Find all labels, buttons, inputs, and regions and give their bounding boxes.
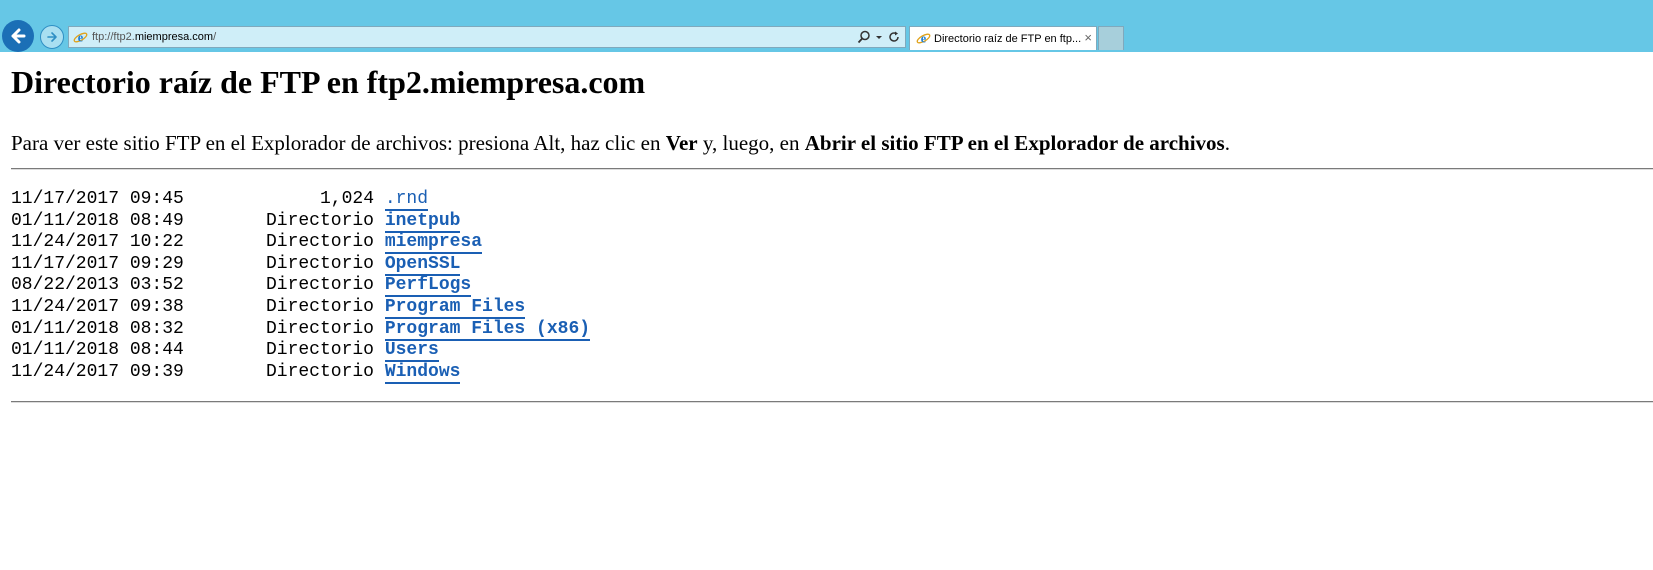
entry-type: Directorio <box>265 340 374 361</box>
entry-date: 11/17/2017 09:29 <box>11 253 184 274</box>
listing-row: 08/22/2013 03:52 Directorio PerfLogs <box>11 275 590 298</box>
entry-type: Directorio <box>265 318 374 339</box>
entry-date: 01/11/2018 08:49 <box>11 210 184 231</box>
entry-date: 11/17/2017 09:45 <box>11 189 184 209</box>
listing-row: 11/24/2017 10:22 Directorio miempresa <box>11 232 590 255</box>
folder-link[interactable]: PerfLogs <box>384 275 472 298</box>
close-tab-icon[interactable]: × <box>1084 30 1092 46</box>
address-scheme: ftp:// <box>92 31 114 43</box>
instruction-text: Para ver este sitio FTP en el Explorador… <box>11 130 1230 156</box>
ie-logo-icon: e <box>73 30 88 44</box>
tab-ftp-root[interactable]: e Directorio raíz de FTP en ftp... × <box>909 26 1097 50</box>
folder-link[interactable]: Users <box>384 340 439 363</box>
tab-title: Directorio raíz de FTP en ftp... <box>934 33 1082 45</box>
divider-top <box>11 168 1653 170</box>
address-bar[interactable]: e ftp://ftp2.miempresa.com/ <box>68 26 906 48</box>
listing-row: 11/17/2017 09:29 Directorio OpenSSL <box>11 253 590 276</box>
svg-text:e: e <box>921 31 927 45</box>
dropdown-arrow-icon[interactable] <box>875 30 883 44</box>
entry-date: 11/24/2017 10:22 <box>11 232 184 253</box>
directory-listing: 11/17/2017 09:45 1,024 .rnd 01/11/2018 08:… <box>11 189 591 384</box>
file-link[interactable]: .rnd <box>384 189 429 211</box>
entry-type: Directorio <box>265 361 374 382</box>
divider-bottom <box>11 401 1653 403</box>
back-button[interactable] <box>2 20 34 52</box>
listing-row: 11/24/2017 09:39 Directorio Windows <box>11 361 590 384</box>
entry-date: 11/24/2017 09:38 <box>11 296 184 317</box>
browser-toolbar: e ftp://ftp2.miempresa.com/ e Directorio… <box>0 0 1653 52</box>
instruction-prefix: Para ver este sitio FTP en el Explorador… <box>11 131 666 155</box>
refresh-icon[interactable] <box>887 30 901 44</box>
search-icon[interactable] <box>857 30 871 44</box>
instruction-mid: y, luego, en <box>697 131 805 155</box>
entry-type: Directorio <box>265 275 374 296</box>
listing-row: 01/11/2018 08:49 Directorio inetpub <box>11 210 590 233</box>
forward-button[interactable] <box>40 25 64 49</box>
entry-size: 1,024 <box>319 189 374 209</box>
entry-type: Directorio <box>265 296 374 317</box>
entry-date: 11/24/2017 09:39 <box>11 361 184 382</box>
entry-type: Directorio <box>265 232 374 253</box>
instruction-action: Abrir el sitio FTP en el Explorador de a… <box>804 131 1225 155</box>
folder-link[interactable]: OpenSSL <box>384 253 461 276</box>
entry-date: 01/11/2018 08:32 <box>11 318 184 339</box>
address-text: ftp://ftp2.miempresa.com/ <box>92 30 216 44</box>
listing-row: 11/17/2017 09:45 1,024 .rnd <box>11 189 590 211</box>
folder-link[interactable]: Windows <box>384 361 461 384</box>
entry-date: 01/11/2018 08:44 <box>11 340 184 361</box>
folder-link[interactable]: miempresa <box>384 232 483 255</box>
address-path: / <box>213 31 217 43</box>
listing-row: 01/11/2018 08:44 Directorio Users <box>11 340 590 363</box>
instruction-suffix: . <box>1224 131 1230 155</box>
folder-link[interactable]: Program Files <box>384 296 526 319</box>
listing-row: 01/11/2018 08:32 Directorio Program Files… <box>11 318 591 341</box>
arrow-left-icon <box>11 28 26 44</box>
ie-logo-icon: e <box>916 31 931 45</box>
listing-row: 11/24/2017 09:38 Directorio Program Files <box>11 296 590 319</box>
instruction-ver: Ver <box>665 131 698 155</box>
new-tab-button[interactable] <box>1098 26 1124 50</box>
entry-type: Directorio <box>265 253 374 274</box>
address-host: ftp2. <box>113 31 135 43</box>
address-domain: miempresa.com <box>134 31 214 43</box>
folder-link[interactable]: Program Files (x86) <box>384 318 591 341</box>
entry-type: Directorio <box>265 210 374 231</box>
arrow-right-icon <box>47 32 57 42</box>
svg-text:e: e <box>78 30 84 44</box>
entry-date: 08/22/2013 03:52 <box>11 275 184 296</box>
page-title: Directorio raíz de FTP en ftp2.miempresa… <box>11 64 646 100</box>
folder-link[interactable]: inetpub <box>384 210 461 233</box>
